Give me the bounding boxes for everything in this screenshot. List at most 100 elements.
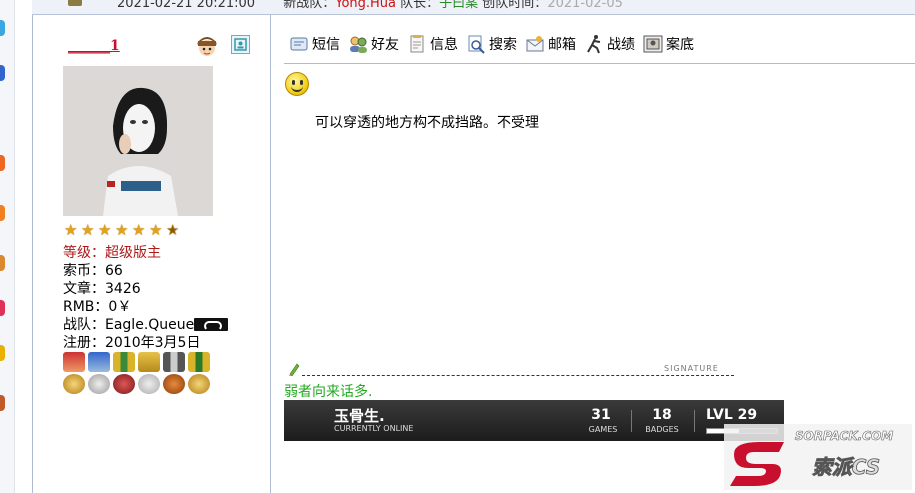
banner-separator [694, 410, 695, 432]
info-icon [410, 35, 424, 53]
sorpack-watermark-logo: SORPACK.COM 索派CS [724, 424, 912, 490]
column-divider [270, 15, 271, 493]
toolbar-case-file-button[interactable]: 案底 [643, 34, 694, 54]
strip-icon-7 [0, 345, 5, 361]
strip-icon-4 [0, 205, 5, 221]
banner-games-value: 31 [591, 407, 611, 423]
banner-player-name: 玉骨生. [334, 407, 385, 425]
register-date: 2010年3月5日 [105, 335, 201, 351]
rmb-row: RMB：0￥ [63, 298, 228, 316]
toolbar-friends-button[interactable]: 好友 [348, 34, 399, 54]
toolbar-record-button[interactable]: 战绩 [584, 34, 635, 54]
username-link[interactable]: ______1 [68, 38, 120, 54]
user-profile-icon[interactable] [231, 35, 250, 54]
strip-icon-6 [0, 300, 5, 316]
toolbar-mail-button[interactable]: 邮箱 [525, 34, 576, 54]
post-icon [68, 0, 82, 6]
search-icon [468, 35, 485, 54]
rank-label: 等级： [63, 245, 105, 261]
rank-star-icon: ★ [149, 221, 163, 239]
created-label: 创队时间： [478, 0, 548, 11]
posts-row: 文章：3426 [63, 280, 228, 298]
banner-badges-label: BADGES [645, 425, 679, 434]
rank-value: 超级版主 [105, 245, 161, 261]
rmb-value: 0￥ [108, 299, 132, 315]
medal-collection [63, 352, 215, 396]
medal-icon[interactable] [163, 352, 185, 372]
medal-icon[interactable] [113, 352, 135, 372]
team-badge-icon [194, 318, 229, 331]
post-date: 2021-02-21 20:21:00 [117, 0, 256, 11]
toolbar-search-button[interactable]: 搜索 [466, 34, 517, 54]
toolbar-item-label: 案底 [666, 37, 694, 53]
toolbar-info-button[interactable]: 信息 [407, 34, 458, 54]
strip-icon-8 [0, 395, 5, 411]
case-file-icon [643, 35, 663, 53]
message-icon [290, 37, 308, 51]
strip-icon-3 [0, 155, 5, 171]
user-action-toolbar: 短信 好友 信息 搜索 邮箱 战绩 案底 [289, 33, 702, 55]
strip-icon-1 [0, 20, 5, 36]
medal-icon[interactable] [163, 374, 185, 394]
signature-label: SIGNATURE [664, 364, 719, 373]
user-character-icon[interactable] [194, 33, 220, 59]
banner-games-label: GAMES [588, 425, 618, 434]
medal-icon[interactable] [88, 374, 110, 394]
rank-stars: ★ ★ ★ ★ ★ ★ ★ [64, 223, 182, 238]
toolbar-item-label: 搜索 [489, 37, 517, 53]
mail-icon [526, 36, 544, 52]
coins-label: 索币： [63, 263, 105, 279]
register-row: 注册：2010年3月5日 [63, 334, 228, 352]
watermark-bottom-text: 索派CS [812, 455, 880, 479]
rank-star-icon: ★ [81, 221, 95, 239]
toolbar-item-label: 战绩 [607, 37, 635, 53]
medal-icon[interactable] [138, 374, 160, 394]
rank-star-icon: ★ [64, 221, 78, 239]
friends-icon [350, 36, 367, 53]
user-info: 等级：超级版主 索币：66 文章：3426 RMB：0￥ 战队：Eagle.Qu… [63, 244, 229, 352]
record-icon [587, 35, 601, 54]
medal-icon[interactable] [188, 374, 210, 394]
medal-icon[interactable] [113, 374, 135, 394]
banner-online-status: CURRENTLY ONLINE [334, 424, 414, 433]
medal-icon[interactable] [188, 352, 210, 372]
watermark-top-text: SORPACK.COM [795, 429, 893, 443]
strip-icon-5 [0, 255, 5, 271]
rank-row: 等级：超级版主 [63, 244, 228, 262]
coins-value: 66 [105, 263, 123, 279]
rank-star-icon: ★ [98, 221, 112, 239]
register-label: 注册： [63, 335, 105, 351]
rmb-label: RMB： [63, 299, 109, 315]
toolbar-message-button[interactable]: 短信 [289, 34, 340, 54]
rank-star-icon: ★ [132, 221, 146, 239]
medal-icon[interactable] [138, 352, 160, 372]
team-row-label: 战队： [63, 317, 105, 333]
toolbar-item-label: 短信 [312, 37, 340, 53]
player-status-banner[interactable]: 玉骨生. CURRENTLY ONLINE 31 GAMES 18 BADGES… [284, 400, 784, 441]
banner-badges-value: 18 [652, 407, 672, 423]
post-header-text: 2021-02-21 20:21:00 新战队：Yong.Hua 队长：子曰案 … [117, 0, 623, 11]
posts-label: 文章： [63, 281, 105, 297]
toolbar-item-label: 邮箱 [548, 37, 576, 53]
created-date: 2021-02-05 [547, 0, 623, 11]
post-header-bar: 2021-02-21 20:21:00 新战队：Yong.Hua 队长：子曰案 … [32, 0, 915, 15]
post-message: 可以穿透的地方构不成挡路。不受理 [315, 115, 539, 131]
leader-label: 队长： [396, 0, 440, 11]
medal-icon[interactable] [88, 352, 110, 372]
pencil-icon [289, 363, 300, 376]
team-row: 战队：Eagle.Queue [63, 316, 229, 334]
user-avatar[interactable] [63, 66, 213, 216]
team-name-link[interactable]: Yong.Hua [335, 0, 396, 11]
rank-half-star-icon: ★ [166, 223, 182, 238]
leader-name-link[interactable]: 子曰案 [439, 0, 478, 11]
team-link[interactable]: Eagle.Queue [105, 317, 194, 333]
toolbar-item-label: 好友 [371, 37, 399, 53]
left-edge-strip [0, 0, 15, 493]
signature-divider [302, 375, 734, 376]
smiley-emoticon-icon [285, 72, 309, 96]
strip-icon-2 [0, 65, 5, 81]
medal-icon[interactable] [63, 352, 85, 372]
rank-star-icon: ★ [115, 221, 129, 239]
posts-value: 3426 [105, 281, 141, 297]
medal-icon[interactable] [63, 374, 85, 394]
